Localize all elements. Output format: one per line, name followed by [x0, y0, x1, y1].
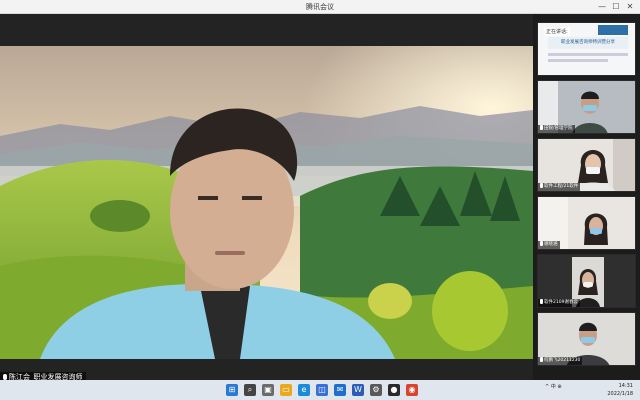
screen-share-tile[interactable]: 正在讲话: 职业发展咨询师特训营分享	[537, 22, 636, 76]
search-icon[interactable]: ⌕	[244, 384, 256, 396]
explorer-icon[interactable]: ▭	[280, 384, 292, 396]
mail-icon[interactable]: ✉	[334, 384, 346, 396]
system-tray[interactable]: ^ 中 ⊕	[545, 383, 562, 390]
clock[interactable]: 14:31 2022/1/18	[603, 382, 633, 398]
participant-name: 谢晓涵	[538, 241, 560, 249]
clock-time: 14:31	[618, 383, 633, 389]
participant-tile[interactable]: 软件工程/21软件	[537, 138, 636, 192]
participant-name: 软件2109谢春云	[538, 299, 580, 307]
maximize-button[interactable]: ☐	[610, 1, 622, 12]
store-icon[interactable]: ◫	[316, 384, 328, 396]
microphone-icon	[540, 299, 543, 304]
participant-name: 软件工程/21软件	[538, 183, 581, 191]
microphone-icon	[540, 183, 543, 188]
participant-name: 田锐/管理学院	[538, 125, 575, 133]
participant-tile[interactable]: 何鹏飞20211230	[537, 312, 636, 366]
main-video[interactable]	[0, 46, 533, 359]
participant-name: 何鹏飞20211230	[538, 357, 583, 365]
main-video-scene	[0, 46, 533, 359]
chrome-icon[interactable]: ◉	[406, 384, 418, 396]
clock-date: 2022/1/18	[607, 391, 633, 397]
microphone-icon	[540, 125, 543, 130]
title-bar: 腾讯会议 — ☐ ✕	[0, 0, 640, 14]
participant-tile[interactable]: 软件2109谢春云	[537, 254, 636, 308]
meeting-app: 腾讯会议 — ☐ ✕ 陈江会_职业发展咨询师 正在讲话: 职业发展咨询师特训营分…	[0, 0, 640, 400]
window-title: 腾讯会议	[306, 3, 334, 11]
microphone-icon	[540, 357, 543, 362]
word-icon[interactable]: W	[352, 384, 364, 396]
close-button[interactable]: ✕	[624, 1, 636, 12]
participant-tile[interactable]: 谢晓涵	[537, 196, 636, 250]
files-icon[interactable]: ▣	[262, 384, 274, 396]
settings-icon[interactable]: ⚙	[370, 384, 382, 396]
minimize-button[interactable]: —	[596, 1, 608, 12]
windows-icon[interactable]: ⊞	[226, 384, 238, 396]
meeting-icon[interactable]: ●	[388, 384, 400, 396]
windows-taskbar: ⊞ ⌕ ▣ ▭ e ◫ ✉ W ⚙ ● ◉ ^ 中 ⊕ 14:31 2022/1…	[0, 380, 640, 400]
microphone-icon	[540, 241, 543, 246]
participant-tile[interactable]: 田锐/管理学院	[537, 80, 636, 134]
participant-panel: 正在讲话: 职业发展咨询师特训营分享 田锐/管理学院 软件工程/21软件 谢晓涵…	[533, 14, 640, 380]
edge-icon[interactable]: e	[298, 384, 310, 396]
shared-screen-thumbnail	[548, 25, 628, 62]
